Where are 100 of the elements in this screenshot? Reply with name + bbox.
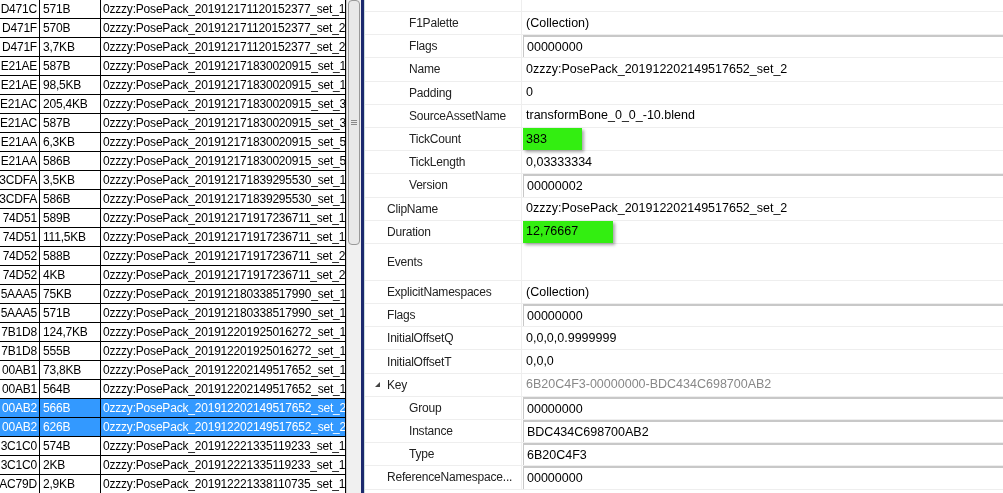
property-name: Flags	[409, 38, 438, 56]
table-row[interactable]: 5AAA5 75KB 0zzzy:PosePack_201912180338517990_set_1	[0, 285, 346, 304]
value-field[interactable]: 00000000	[523, 466, 1003, 489]
table-cell-text: D471F	[1, 39, 37, 56]
table-cell-text: 3,5KB	[43, 172, 75, 189]
property-name: ClipName	[387, 200, 439, 218]
table-cell-text: E21AE	[0, 58, 37, 75]
table-row[interactable]: E21AA 586B 0zzzy:PosePack_201912171830020915_set_5	[0, 152, 346, 171]
table-cell-text: 00AB2	[1, 400, 37, 417]
property-name: SourceAssetName	[409, 107, 507, 125]
property-name: Padding	[409, 84, 452, 102]
table-cell-text: E21AC	[0, 115, 37, 132]
table-cell-text: 3C1C0	[0, 457, 37, 474]
table-cell-text: 205,4KB	[43, 96, 88, 113]
value-field[interactable]: 00000000	[523, 304, 1003, 327]
table-cell-text: 574B	[43, 438, 71, 455]
table-cell-text: 0zzzy:PosePack_201912171839295530_set_1	[103, 172, 345, 189]
table-cell-text: 555B	[43, 343, 71, 360]
property-name: Flags	[387, 307, 416, 325]
table-row[interactable]: 74D52 4KB 0zzzy:PosePack_201912171917236711_set_2	[0, 266, 346, 285]
property-value: 0,0,0	[525, 353, 555, 371]
table-cell-text: 566B	[43, 400, 71, 417]
table-cell-text: 3CDFA	[0, 191, 37, 208]
table-row[interactable]: E21AA 6,3KB 0zzzy:PosePack_201912171830020915_set_5	[0, 133, 346, 152]
table-row[interactable]: D471F 3,7KB 0zzzy:PosePack_201912171120152377_set_2	[0, 38, 346, 57]
table-row[interactable]: 7B1D8 555B 0zzzy:PosePack_201912201925016272_set_1	[0, 342, 346, 361]
property-name: Duration	[387, 223, 431, 241]
table-cell-text: 0zzzy:PosePack_201912221338110735_set_1	[103, 476, 345, 493]
table-row[interactable]: AC79D 2,9KB 0zzzy:PosePack_201912221338110735_set_1	[0, 475, 346, 493]
table-cell-text: 4KB	[43, 267, 66, 284]
scrollbar[interactable]	[346, 0, 361, 493]
table-cell-text: 588B	[43, 248, 71, 265]
table-row[interactable]: 3CDFA 3,5KB 0zzzy:PosePack_201912171839295530_set_1	[0, 171, 346, 190]
table-cell-text: 0zzzy:PosePack_201912202149517652_set_1	[103, 381, 345, 398]
table-cell-text: D471C	[0, 1, 37, 18]
property-value: 0	[525, 84, 534, 102]
table-cell-text: 0zzzy:PosePack_201912221335119233_set_1	[103, 438, 345, 455]
property-value: (Collection)	[525, 283, 591, 301]
property-name: Events	[387, 253, 423, 271]
table-row[interactable]: 3C1C0 574B 0zzzy:PosePack_201912221335119233_set_1	[0, 437, 346, 456]
table-row[interactable]: 3CDFA 586B 0zzzy:PosePack_201912171839295530_set_1	[0, 190, 346, 209]
table-cell-text: 2,9KB	[43, 476, 75, 493]
property-name: Name	[409, 61, 441, 79]
table-cell-text: 587B	[43, 115, 71, 132]
table-cell-text: 0zzzy:PosePack_201912171120152377_set_2	[103, 39, 345, 56]
table-row[interactable]: 74D51 111,5KB 0zzzy:PosePack_201912171917236711_set_1	[0, 228, 346, 247]
table-cell-text: 3CDFA	[0, 172, 37, 189]
table-cell-text: 586B	[43, 191, 71, 208]
property-name: Instance	[409, 423, 453, 441]
scrollbar-thumb[interactable]	[348, 0, 360, 245]
property-name: F1Palette	[409, 15, 459, 33]
table-row[interactable]: 3C1C0 2KB 0zzzy:PosePack_201912221335119233_set_1	[0, 456, 346, 475]
table-cell-text: 0zzzy:PosePack_201912171917236711_set_1	[103, 229, 345, 246]
table-cell-text: E21AA	[0, 134, 37, 151]
table-cell-text: 564B	[43, 381, 71, 398]
table-cell-text: 0zzzy:PosePack_201912171830020915_set_1	[103, 77, 345, 94]
table-cell-text: 7B1D8	[1, 324, 37, 341]
table-row[interactable]: 74D51 589B 0zzzy:PosePack_201912171917236711_set_1	[0, 209, 346, 228]
table-cell-text: 0zzzy:PosePack_201912201925016272_set_1	[103, 343, 345, 360]
value-field[interactable]: 00000000	[523, 35, 1003, 58]
table-cell-text: 73,8KB	[43, 362, 82, 379]
property-value: transformBone_0_0_-10.blend	[525, 107, 696, 125]
table-row[interactable]: D471C 571B 0zzzy:PosePack_201912171120152377_set_1	[0, 0, 346, 19]
table-cell-text: 124,7KB	[43, 324, 88, 341]
table-cell-text: 0zzzy:PosePack_201912171839295530_set_1	[103, 191, 345, 208]
table-cell-text: 00AB2	[1, 419, 37, 436]
table-row[interactable]: 74D52 588B 0zzzy:PosePack_201912171917236711_set_2	[0, 247, 346, 266]
table-cell-text: 589B	[43, 210, 71, 227]
grip-icon	[351, 120, 357, 125]
table-cell-text: 98,5KB	[43, 77, 82, 94]
table-cell-text: 74D52	[2, 248, 37, 265]
property-value: (Collection)	[525, 14, 591, 32]
table-row[interactable]: E21AE 587B 0zzzy:PosePack_201912171830020915_set_1	[0, 57, 346, 76]
table-cell-text: E21AC	[0, 96, 37, 113]
table-row[interactable]: 00AB1 564B 0zzzy:PosePack_201912202149517652_set_1	[0, 380, 346, 399]
table-row[interactable]: D471F 570B 0zzzy:PosePack_201912171120152377_set_2	[0, 19, 346, 38]
table-cell-text: 0zzzy:PosePack_201912202149517652_set_1	[103, 362, 345, 379]
table-cell-text: 00AB1	[1, 362, 37, 379]
table-row[interactable]: 5AAA5 571B 0zzzy:PosePack_201912180338517990_set_1	[0, 304, 346, 323]
table-cell-text: 7B1D8	[1, 343, 37, 360]
table-cell-text: 0zzzy:PosePack_201912171917236711_set_1	[103, 210, 345, 227]
property-value: 0,03333334	[525, 153, 594, 171]
value-field[interactable]: 00000002	[523, 174, 1003, 197]
table-cell-text: 0zzzy:PosePack_201912202149517652_set_2	[103, 400, 345, 417]
table-row[interactable]: E21AC 587B 0zzzy:PosePack_201912171830020915_set_3	[0, 114, 346, 133]
property-name: InitialOffsetT	[387, 353, 452, 371]
table-row[interactable]: E21AC 205,4KB 0zzzy:PosePack_201912171830020915_set_3	[0, 95, 346, 114]
property-name: ExplicitNamespaces	[387, 283, 492, 301]
table-cell-text: 626B	[43, 419, 71, 436]
highlighted-value: 12,76667	[523, 220, 614, 243]
table-cell-text: 74D51	[2, 210, 37, 227]
table-row[interactable]: 00AB1 73,8KB 0zzzy:PosePack_201912202149517652_set_1	[0, 361, 346, 380]
table-cell-text: 3,7KB	[43, 39, 75, 56]
table-cell-text: 3C1C0	[0, 438, 37, 455]
table-row[interactable]: 7B1D8 124,7KB 0zzzy:PosePack_201912201925016272_set_1	[0, 323, 346, 342]
table-cell-text: 111,5KB	[43, 229, 86, 246]
table-cell-text: 75KB	[43, 286, 72, 303]
table-row[interactable]: E21AE 98,5KB 0zzzy:PosePack_201912171830020915_set_1	[0, 76, 346, 95]
table-cell-text: E21AE	[0, 77, 37, 94]
property-name: TickLength	[409, 154, 466, 172]
